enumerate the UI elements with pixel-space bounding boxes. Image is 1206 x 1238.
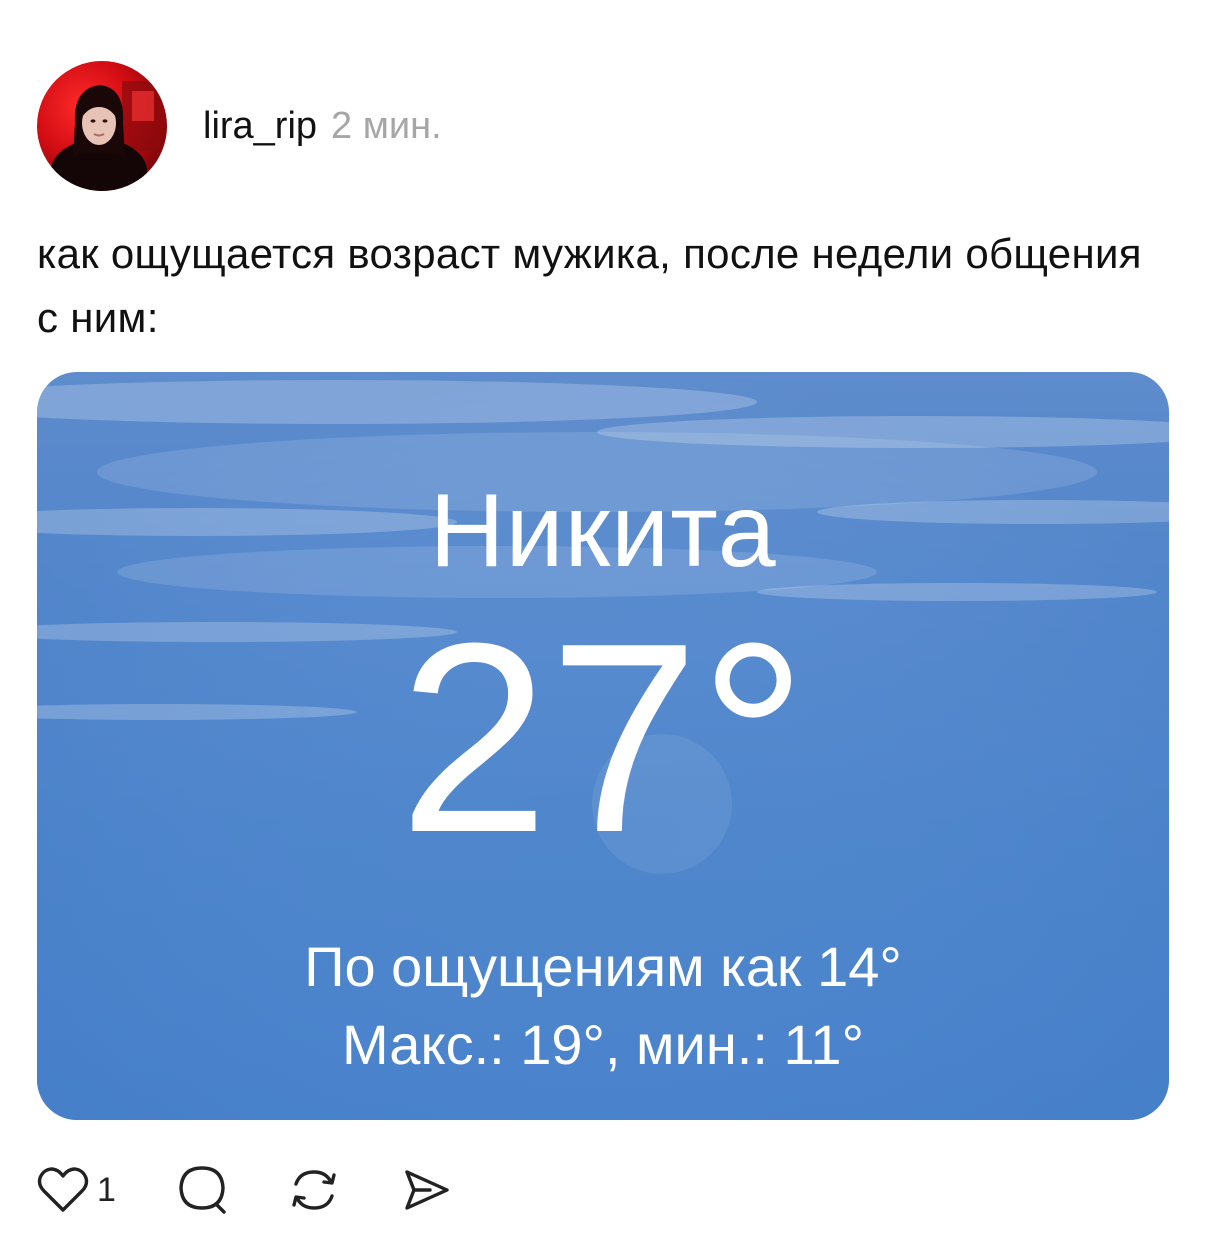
like-button[interactable]: 1 [37, 1166, 116, 1214]
weather-feels-like: По ощущениям как 14° [304, 935, 902, 998]
send-icon [405, 1170, 449, 1210]
weather-temperature: 27° [398, 588, 808, 889]
weather-city: Никита [429, 473, 777, 589]
username[interactable]: lira_rip [203, 105, 317, 148]
post-text: как ощущается возраст мужика, после неде… [37, 230, 1142, 341]
repost-button[interactable] [288, 1164, 340, 1216]
post-time: 2 мин. [331, 104, 442, 147]
comment-button[interactable] [176, 1164, 228, 1216]
share-button[interactable] [400, 1164, 452, 1216]
repost-icon [292, 1170, 336, 1210]
post-image[interactable]: Никита 27° По ощущениям как 14° Макс.: 1… [37, 372, 1169, 1120]
post-actions: 1 [37, 1162, 512, 1218]
avatar-portrait [51, 81, 162, 191]
post-header: lira_rip 2 мин. [37, 60, 442, 192]
heart-icon [37, 1167, 89, 1212]
comment-icon [179, 1166, 226, 1214]
weather-max-min: Макс.: 19°, мин.: 11° [342, 1013, 864, 1076]
avatar[interactable] [37, 61, 167, 191]
like-count: 1 [97, 1170, 116, 1209]
